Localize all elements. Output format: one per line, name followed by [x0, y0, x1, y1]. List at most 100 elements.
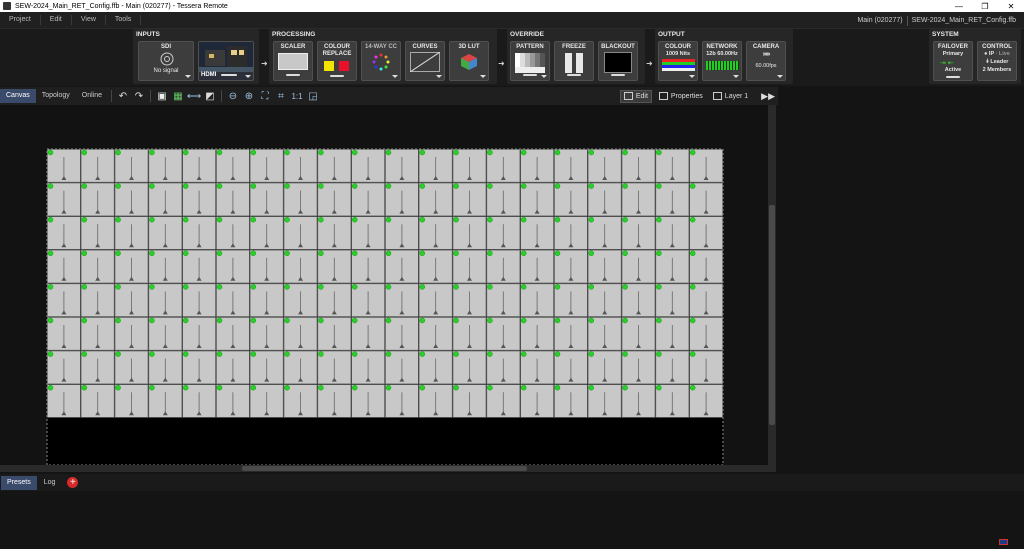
edit-button[interactable]: Edit	[619, 89, 652, 103]
menu-edit[interactable]: Edit	[41, 15, 72, 25]
properties-button[interactable]: Properties	[656, 90, 706, 103]
cc14-tile[interactable]: 14-WAY CC	[361, 41, 401, 81]
close-button[interactable]: ✕	[998, 0, 1024, 12]
zoom-actual-size-button[interactable]: 1:1	[290, 89, 304, 103]
colour-output-dropdown-icon	[689, 75, 695, 78]
camera-tile[interactable]: CAMERA ››››› 60.00fps	[746, 41, 786, 81]
colour-replace-tile[interactable]: COLOUR REPLACE	[317, 41, 357, 81]
connector-dot-icon	[81, 317, 88, 324]
freeze-toggle	[567, 74, 581, 76]
pattern-toggle	[523, 74, 537, 76]
minimize-button[interactable]: —	[946, 0, 972, 12]
zoom-out-icon[interactable]: ⊖	[226, 89, 240, 103]
tab-presets[interactable]: Presets	[1, 475, 37, 490]
connector-dot-icon	[385, 317, 392, 324]
connector-dot-icon	[588, 384, 595, 391]
connector-dot-icon	[689, 317, 696, 324]
arrow-icon: ➜	[261, 59, 268, 68]
sdi-tile[interactable]: SDI No signal	[138, 41, 194, 81]
tab-online[interactable]: Online	[76, 89, 108, 103]
lut3d-label: 3D LUT	[458, 44, 480, 50]
tab-log[interactable]: Log	[38, 476, 62, 490]
control-ip-status: ● IP · Live	[984, 51, 1010, 57]
output-group: OUTPUT COLOUR 1009 Nits NETWORK 12b 60.0…	[655, 29, 793, 84]
connector-dot-icon	[453, 284, 459, 290]
failover-label: FAILOVER	[937, 44, 968, 50]
scaler-tile[interactable]: SCALER	[273, 41, 313, 81]
colour-output-tile[interactable]: COLOUR 1009 Nits	[658, 41, 698, 81]
add-group-icon[interactable]: ▦	[171, 89, 185, 103]
connector-dot-icon	[554, 284, 561, 290]
connector-dot-icon	[554, 216, 561, 223]
connector-dot-icon	[453, 250, 459, 257]
link-icon[interactable]: ⟷	[187, 89, 201, 103]
connector-dot-icon	[318, 149, 324, 156]
fit-selection-icon[interactable]: ⌗	[274, 89, 288, 103]
vertical-scrollbar[interactable]	[768, 105, 776, 465]
undo-icon[interactable]: ↶	[116, 89, 130, 103]
connector-dot-icon	[47, 317, 54, 324]
freeze-tile[interactable]: FREEZE	[554, 41, 594, 81]
vertical-scroll-thumb[interactable]	[769, 205, 775, 425]
fit-to-view-icon[interactable]: ⛶	[258, 89, 272, 103]
horizontal-scroll-thumb[interactable]	[242, 466, 527, 471]
connector-dot-icon	[216, 216, 223, 223]
pause-bar-right-icon	[576, 53, 583, 73]
toolbar-right: Edit Properties Layer 1 ▶▶	[616, 87, 778, 105]
connector-dot-icon	[554, 250, 561, 257]
menu-right-info: Main (020277) SEW-2024_Main_RET_Config.f…	[853, 12, 1020, 29]
canvas-area[interactable]	[0, 105, 768, 466]
curve-graph-icon	[410, 52, 440, 72]
connector-dot-icon	[453, 384, 459, 391]
failover-tile[interactable]: FAILOVER Primary ⇥ ⇤ Active	[933, 41, 973, 81]
system-group: SYSTEM FAILOVER Primary ⇥ ⇤ Active CONTR…	[929, 29, 1021, 84]
connector-dot-icon	[47, 149, 54, 156]
menu-tools[interactable]: Tools	[106, 15, 142, 25]
test-pattern-icon	[515, 53, 545, 73]
led-wall-svg[interactable]	[0, 105, 768, 466]
menu-bar: Project Edit View Tools Main (020277) SE…	[0, 12, 1024, 29]
connector-dot-icon	[487, 284, 493, 290]
select-area-icon[interactable]: ◲	[306, 89, 320, 103]
processing-bar: INPUTS SDI No signal HDMI ➜ PROCESSING S…	[0, 29, 1024, 86]
sdi-dropdown-icon	[185, 75, 191, 78]
connector-dot-icon	[487, 384, 493, 391]
layer-button[interactable]: Layer 1	[710, 90, 751, 103]
pattern-tile[interactable]: PATTERN	[510, 41, 550, 81]
menu-project[interactable]: Project	[0, 15, 41, 25]
failover-toggle	[946, 76, 960, 78]
network-tile[interactable]: NETWORK 12b 60.00Hz	[702, 41, 742, 81]
connector-dot-icon	[588, 183, 595, 189]
connector-dot-icon	[656, 284, 662, 290]
tab-canvas[interactable]: Canvas	[0, 89, 36, 103]
connector-dot-icon	[588, 250, 595, 257]
sdi-connector-icon	[160, 52, 174, 66]
lut3d-tile[interactable]: 3D LUT	[449, 41, 489, 81]
expand-panel-icon[interactable]: ▶▶	[761, 91, 775, 102]
blackout-tile[interactable]: BLACKOUT	[598, 41, 638, 81]
connector-dot-icon	[689, 284, 696, 290]
device-name: Main (020277)	[857, 17, 903, 24]
connector-dot-icon	[115, 384, 121, 391]
restore-button[interactable]: ❐	[972, 0, 998, 12]
zoom-in-icon[interactable]: ⊕	[242, 89, 256, 103]
hdmi-tile[interactable]: HDMI	[198, 41, 254, 81]
tab-topology[interactable]: Topology	[36, 89, 76, 103]
app-icon	[3, 2, 11, 10]
connector-dot-icon	[656, 317, 662, 324]
connector-dot-icon	[385, 250, 392, 257]
curves-tile[interactable]: CURVES	[405, 41, 445, 81]
menu-view[interactable]: View	[72, 15, 106, 25]
add-tab-button[interactable]: +	[67, 477, 79, 488]
connector-dot-icon	[689, 250, 696, 257]
rotate-icon[interactable]: ◩	[203, 89, 217, 103]
pause-bar-left-icon	[565, 53, 572, 73]
connector-dot-icon	[656, 216, 662, 223]
connector-dot-icon	[149, 384, 155, 391]
redo-icon[interactable]: ↷	[132, 89, 146, 103]
connector-dot-icon	[622, 250, 628, 257]
horizontal-scrollbar[interactable]	[0, 465, 776, 472]
add-panel-icon[interactable]: ▣	[155, 89, 169, 103]
connector-dot-icon	[250, 216, 257, 223]
control-tile[interactable]: CONTROL ● IP · Live ⯯ Leader 2 Members	[977, 41, 1017, 81]
